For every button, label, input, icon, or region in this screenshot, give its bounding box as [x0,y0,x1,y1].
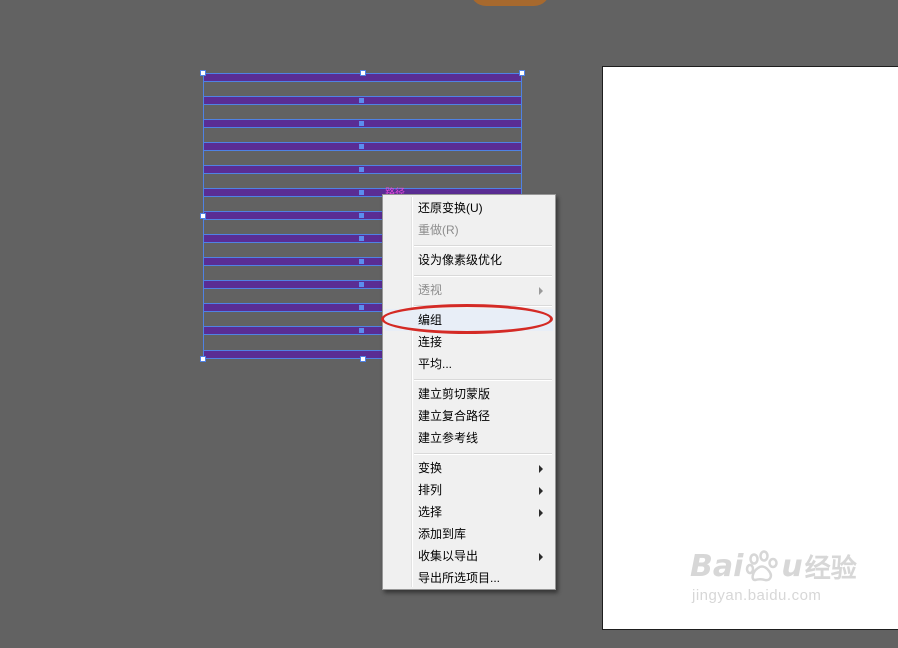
menu-item-label: 收集以导出 [418,549,479,563]
menu-separator [414,379,552,381]
baidu-jingyan-watermark: Bai u 经验 jingyan.baidu.com [690,548,857,604]
menu-item-label: 建立复合路径 [418,409,491,423]
menu-separator [414,275,552,277]
menu-item-arrange[interactable]: 排列 [385,479,553,501]
resize-handle-bottom[interactable] [360,356,366,362]
red-highlight-ellipse [381,304,553,334]
watermark-brand-latin: Bai [690,549,744,584]
menu-item-collect-for-export[interactable]: 收集以导出 [385,545,553,567]
menu-item-label: 连接 [418,335,443,349]
resize-handle-top-left[interactable] [200,70,206,76]
menu-item-make-guides[interactable]: 建立参考线 [385,427,553,449]
anchor-point[interactable] [359,282,364,287]
watermark-brand-cn: 经验 [804,553,857,583]
resize-handle-bottom-left[interactable] [200,356,206,362]
menu-item-label: 设为像素级优化 [418,253,503,267]
menu-item-perspective[interactable]: 透视 [385,279,553,301]
menu-item-label: 添加到库 [418,527,467,541]
menu-item-redo[interactable]: 重做(R) [385,219,553,241]
orange-shape-partial[interactable] [470,0,550,6]
resize-handle-top[interactable] [360,70,366,76]
submenu-arrow-icon [539,553,543,561]
resize-handle-top-right[interactable] [519,70,525,76]
menu-item-label: 建立参考线 [418,431,479,445]
menu-item-make-clipping-mask[interactable]: 建立剪切蒙版 [385,383,553,405]
menu-item-label: 排列 [418,483,443,497]
anchor-point[interactable] [359,236,364,241]
baidu-paw-icon [746,549,779,581]
menu-item-label: 建立剪切蒙版 [418,387,491,401]
anchor-point[interactable] [359,144,364,149]
menu-item-average[interactable]: 平均... [385,353,553,375]
anchor-point[interactable] [359,167,364,172]
anchor-point[interactable] [359,98,364,103]
menu-item-label: 变换 [418,461,443,475]
anchor-point[interactable] [359,121,364,126]
menu-item-label: 重做(R) [418,223,459,237]
menu-item-label: 还原变换(U) [418,201,483,215]
submenu-arrow-icon [539,487,543,495]
menu-separator [414,245,552,247]
menu-item-label: 选择 [418,505,443,519]
menu-item-join[interactable]: 连接 [385,331,553,353]
anchor-point[interactable] [359,213,364,218]
artboard[interactable] [602,66,898,630]
context-menu[interactable]: 还原变换(U) 重做(R) 设为像素级优化 透视 编组 连接 平均... 建立剪… [382,194,556,590]
menu-item-undo-transform[interactable]: 还原变换(U) [385,197,553,219]
anchor-point[interactable] [359,305,364,310]
menu-item-export-selection[interactable]: 导出所选项目... [385,567,553,589]
menu-separator [414,453,552,455]
menu-item-label: 平均... [418,357,453,371]
menu-item-make-compound-path[interactable]: 建立复合路径 [385,405,553,427]
menu-item-select[interactable]: 选择 [385,501,553,523]
menu-item-add-to-library[interactable]: 添加到库 [385,523,553,545]
anchor-point[interactable] [359,328,364,333]
submenu-arrow-icon [539,509,543,517]
watermark-url: jingyan.baidu.com [692,587,822,604]
menu-item-transform[interactable]: 变换 [385,457,553,479]
resize-handle-left[interactable] [200,213,206,219]
submenu-arrow-icon [539,287,543,295]
anchor-point[interactable] [359,190,364,195]
menu-item-label: 导出所选项目... [418,571,501,585]
menu-item-pixel-optimize[interactable]: 设为像素级优化 [385,249,553,271]
submenu-arrow-icon [539,465,543,473]
watermark-brand-latin-end: u [781,549,803,584]
menu-item-label: 透视 [418,283,443,297]
anchor-point[interactable] [359,259,364,264]
